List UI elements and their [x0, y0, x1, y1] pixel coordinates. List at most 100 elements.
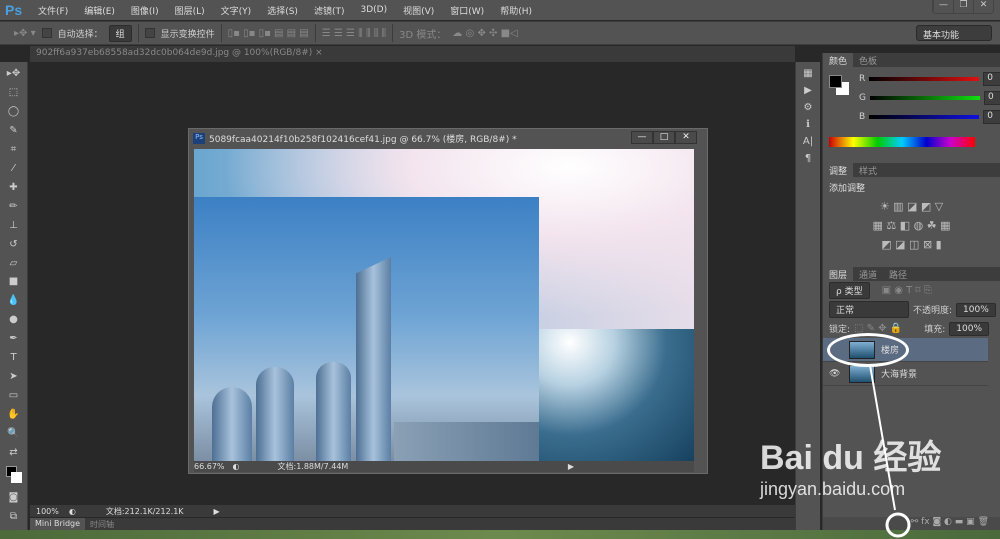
tab-swatches[interactable]: 色板 — [853, 53, 883, 67]
type-tool-icon[interactable]: T — [10, 352, 16, 371]
menu-filter[interactable]: 滤镜(T) — [306, 4, 353, 17]
quick-mask-icon[interactable]: ◙ — [9, 492, 19, 511]
healing-tool-icon[interactable]: ✚ — [9, 182, 17, 201]
menu-select[interactable]: 选择(S) — [259, 4, 306, 17]
quick-select-tool-icon[interactable]: ✎ — [9, 125, 17, 144]
group-icon[interactable]: ▬ — [955, 517, 964, 527]
trash-icon[interactable]: 🗑 — [978, 517, 989, 527]
distribute-icons[interactable]: ☰ ☰ ☰ ⫼ ⫼ ⫼ ⫼ — [322, 28, 386, 39]
fill-input[interactable]: 100% — [949, 321, 990, 336]
blue-input[interactable]: 0 — [983, 109, 1000, 124]
shape-tool-icon[interactable]: ▭ — [9, 390, 18, 409]
menu-type[interactable]: 文字(Y) — [213, 4, 260, 17]
path-select-icon[interactable]: ➤ — [9, 371, 17, 390]
layer-item-building[interactable]: 楼房 — [823, 333, 988, 367]
workspace-dropdown[interactable]: 基本功能 — [916, 25, 992, 41]
move-tool-icon[interactable]: ▸✥ ▾ — [14, 28, 36, 39]
opacity-input[interactable]: 100% — [956, 302, 996, 317]
canvas[interactable] — [194, 149, 694, 462]
menu-edit[interactable]: 编辑(E) — [76, 4, 123, 17]
tab-styles[interactable]: 样式 — [853, 163, 883, 177]
show-transform-checkbox[interactable] — [144, 28, 155, 38]
hand-tool-icon[interactable]: ✋ — [7, 409, 19, 428]
blue-label: B — [859, 111, 866, 122]
menu-help[interactable]: 帮助(H) — [492, 4, 540, 17]
gradient-tool-icon[interactable]: ■ — [9, 276, 18, 295]
eraser-tool-icon[interactable]: ▱ — [10, 258, 18, 277]
photoshop-logo: Ps — [5, 2, 23, 18]
image-zoom-level[interactable]: 66.67% — [194, 462, 225, 471]
zoom-tool-icon[interactable]: 🔍 — [7, 428, 19, 447]
color-swatches-icon[interactable] — [4, 466, 24, 492]
building — [212, 387, 252, 462]
minimize-button[interactable]: — — [933, 0, 953, 13]
marquee-tool-icon[interactable]: ⬚ — [9, 87, 18, 106]
tab-layers[interactable]: 图层 — [823, 267, 854, 281]
layer-filter-dropdown[interactable]: ρ 类型 — [829, 282, 870, 299]
blur-tool-icon[interactable]: 💧 — [7, 295, 19, 314]
green-slider[interactable] — [869, 95, 980, 100]
menu-view[interactable]: 视图(V) — [395, 4, 442, 17]
foreground-color[interactable] — [829, 75, 842, 88]
character-panel-icon[interactable]: A| — [803, 136, 813, 147]
tower — [356, 257, 391, 462]
status-menu-arrow[interactable]: ▶ — [214, 507, 220, 516]
history-panel-icon[interactable]: ▦ — [803, 68, 812, 79]
tab-adjustments[interactable]: 调整 — [823, 163, 854, 177]
tab-color[interactable]: 颜色 — [823, 53, 854, 67]
3d-tools-icons[interactable]: ☁ ◎ ✥ ✣ ■◁ — [452, 28, 517, 39]
image-restore-button[interactable]: □ — [653, 131, 675, 144]
new-layer-icon[interactable]: ▣ — [966, 517, 975, 527]
status-menu-arrow[interactable]: ▶ — [568, 462, 574, 471]
red-input[interactable]: 0 — [983, 71, 1000, 86]
restore-button[interactable]: ❐ — [953, 0, 973, 13]
adjustment-layer-icon[interactable]: ◐ — [944, 517, 952, 527]
blend-mode-dropdown[interactable]: 正常 — [829, 301, 909, 318]
auto-select-dropdown[interactable]: 组 — [108, 24, 132, 42]
close-button[interactable]: ✕ — [973, 0, 993, 13]
menu-image[interactable]: 图像(I) — [123, 4, 167, 17]
auto-select-checkbox[interactable] — [41, 28, 52, 38]
menu-file[interactable]: 文件(F) — [30, 4, 76, 17]
green-input[interactable]: 0 — [983, 90, 1000, 105]
stamp-tool-icon[interactable]: ⊥ — [9, 220, 18, 239]
zoom-level[interactable]: 100% — [36, 507, 59, 516]
status-icon[interactable]: ◐ — [233, 462, 240, 471]
eyedropper-tool-icon[interactable]: ⁄ — [13, 163, 15, 182]
history-brush-icon[interactable]: ↺ — [9, 239, 17, 258]
close-tab-icon[interactable]: × — [315, 48, 323, 58]
image-close-button[interactable]: ✕ — [675, 131, 697, 144]
document-tab[interactable]: 902ff6a937eb68558ad32dc0b064de9d.jpg @ 1… — [30, 46, 795, 62]
eye-icon[interactable]: 👁 — [829, 369, 843, 379]
image-window[interactable]: Ps 5089fcaa40214f10b258f102416cef41.jpg … — [188, 128, 708, 474]
adjustment-icons[interactable]: ☀ ▥ ◪ ◩ ▽ ▦ ⚖ ◧ ◍ ☘ ▦ ◩ ◪ ◫ ⊠ ▮ — [829, 197, 994, 254]
blue-slider[interactable] — [869, 114, 980, 119]
properties-panel-icon[interactable]: ⚙ — [804, 102, 813, 113]
screen-mode-icon[interactable]: ⧉ — [10, 511, 17, 530]
red-slider[interactable] — [869, 76, 980, 81]
crop-tool-icon[interactable]: ⌗ — [11, 144, 17, 163]
image-minimize-button[interactable]: — — [631, 131, 653, 144]
move-tool-icon[interactable]: ▸✥ — [7, 68, 20, 87]
add-mask-icon[interactable]: ◙ — [932, 517, 941, 527]
menu-3d[interactable]: 3D(D) — [352, 5, 395, 15]
lasso-tool-icon[interactable]: ◯ — [8, 106, 19, 125]
fx-icon[interactable]: fx — [921, 517, 930, 527]
tab-channels[interactable]: 通道 — [853, 267, 883, 281]
info-panel-icon[interactable]: ℹ — [806, 119, 810, 130]
actions-panel-icon[interactable]: ▶ — [804, 85, 812, 96]
tab-paths[interactable]: 路径 — [883, 267, 913, 281]
image-window-titlebar[interactable]: Ps 5089fcaa40214f10b258f102416cef41.jpg … — [189, 129, 707, 148]
filter-icons[interactable]: ▣ ◉ T ⌑ ⎘ — [882, 285, 932, 296]
menu-window[interactable]: 窗口(W) — [442, 4, 492, 17]
pen-tool-icon[interactable]: ✒ — [9, 333, 17, 352]
dodge-tool-icon[interactable]: ● — [9, 314, 18, 333]
menu-layer[interactable]: 图层(L) — [167, 4, 213, 17]
status-icon[interactable]: ◐ — [69, 507, 76, 516]
watermark-logo: Bai du 经验 — [760, 439, 942, 477]
color-spectrum[interactable] — [829, 137, 975, 147]
paragraph-panel-icon[interactable]: ¶ — [805, 153, 811, 164]
brush-tool-icon[interactable]: ✏ — [9, 201, 17, 220]
swap-colors-icon[interactable]: ⇄ — [9, 447, 17, 466]
align-icons[interactable]: ▯▪ ▯▪ ▯▪ ▤ ▤ ▤ — [228, 28, 309, 39]
